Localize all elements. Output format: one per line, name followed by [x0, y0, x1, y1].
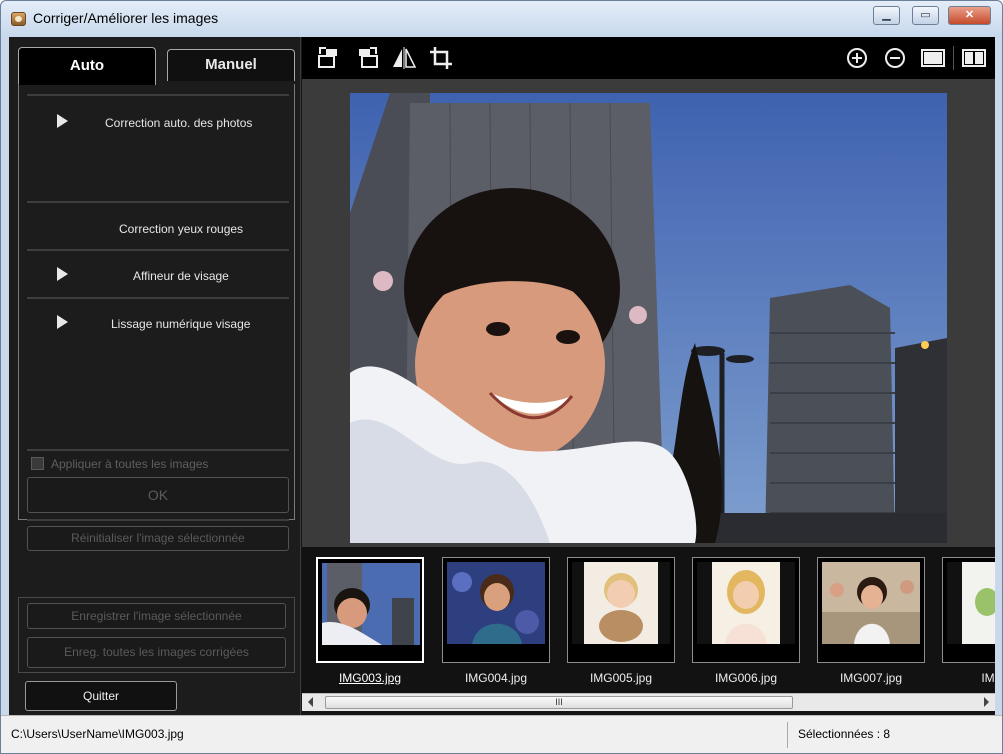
preview-area — [302, 79, 995, 547]
thumbnail-label: IMG006.jpg — [686, 671, 806, 685]
correction-auto-item[interactable]: Correction auto. des photos — [19, 98, 294, 140]
thumbnail-label: IMG0 — [936, 671, 995, 685]
maximize-button[interactable]: ▭ — [912, 6, 939, 25]
rotate-right-icon[interactable] — [354, 45, 380, 71]
app-icon — [11, 12, 26, 26]
scroll-left-icon[interactable] — [308, 697, 313, 707]
thumbnail-label: IMG004.jpg — [436, 671, 556, 685]
auto-panel: Correction auto. des photos Correction y… — [18, 84, 295, 520]
fullscreen-icon[interactable] — [920, 45, 946, 71]
toolbar — [302, 37, 995, 79]
divider — [27, 201, 289, 203]
status-bar: C:\Users\UserName\IMG003.jpg Sélectionné… — [1, 715, 1002, 753]
client-area: Auto Manuel Correction auto. des photos … — [9, 37, 995, 715]
title-bar[interactable]: Corriger/Améliorer les images ▁ ▭ ✕ — [1, 1, 1002, 37]
preview-photo[interactable] — [350, 93, 947, 543]
zoom-out-icon[interactable] — [882, 45, 908, 71]
save-all-button[interactable]: Enreg. toutes les images corrigées — [27, 637, 286, 668]
minimize-button[interactable]: ▁ — [873, 6, 900, 25]
rotate-left-icon[interactable] — [316, 45, 342, 71]
compare-view-icon[interactable] — [961, 45, 987, 71]
thumbnail[interactable] — [692, 557, 800, 663]
tab-auto[interactable]: Auto — [18, 47, 156, 85]
scroll-right-icon[interactable] — [984, 697, 989, 707]
scroll-thumb[interactable]: III — [325, 696, 793, 709]
toolbar-separator — [953, 46, 954, 70]
quit-button[interactable]: Quitter — [25, 681, 177, 711]
window-title: Corriger/Améliorer les images — [33, 10, 218, 26]
close-button[interactable]: ✕ — [948, 6, 991, 25]
thumbnail-image — [447, 562, 545, 644]
thumbnail[interactable] — [817, 557, 925, 663]
status-divider — [787, 722, 788, 748]
thumbnail[interactable] — [442, 557, 550, 663]
status-path: C:\Users\UserName\IMG003.jpg — [11, 727, 184, 741]
zoom-in-icon[interactable] — [844, 45, 870, 71]
app-window: Corriger/Améliorer les images ▁ ▭ ✕ Auto… — [0, 0, 1003, 754]
face-sharpener-item[interactable]: Affineur de visage — [19, 251, 294, 293]
thumbnail-strip: IMG003.jpg IMG004.jpg IMG005.jpg IMG006.… — [302, 547, 995, 693]
reset-selected-button[interactable]: Réinitialiser l'image sélectionnée — [27, 526, 289, 551]
thumbnail-label: IMG007.jpg — [811, 671, 931, 685]
apply-all-label: Appliquer à toutes les images — [51, 457, 208, 471]
horizontal-scrollbar[interactable]: III — [302, 693, 995, 711]
thumbnail[interactable] — [567, 557, 675, 663]
save-selected-button[interactable]: Enregistrer l'image sélectionnée — [27, 603, 286, 629]
red-eye-item[interactable]: Correction yeux rouges — [19, 204, 294, 246]
thumbnail-image — [572, 562, 670, 644]
save-group: Enregistrer l'image sélectionnée Enreg. … — [18, 597, 295, 673]
apply-all-checkbox[interactable] — [31, 457, 44, 470]
expand-arrow-icon — [57, 114, 68, 128]
thumbnail[interactable] — [942, 557, 995, 663]
divider — [27, 94, 289, 96]
flip-horizontal-icon[interactable] — [391, 45, 417, 71]
thumbnail-label: IMG005.jpg — [561, 671, 681, 685]
thumbnail-image — [697, 562, 795, 644]
thumbnail-image — [822, 562, 920, 644]
divider — [27, 449, 289, 451]
item-label: Affineur de visage — [133, 269, 229, 283]
expand-arrow-icon — [57, 315, 68, 329]
face-smoothing-item[interactable]: Lissage numérique visage — [19, 299, 294, 341]
expand-arrow-icon — [57, 267, 68, 281]
item-label: Correction auto. des photos — [105, 116, 252, 130]
selected-count: Sélectionnées : 8 — [798, 727, 890, 741]
crop-icon[interactable] — [428, 45, 454, 71]
thumbnail-image — [947, 562, 995, 644]
thumbnail[interactable] — [316, 557, 424, 663]
item-label: Lissage numérique visage — [111, 317, 250, 331]
thumbnail-image — [322, 563, 420, 645]
ok-button[interactable]: OK — [27, 477, 289, 513]
tab-manuel[interactable]: Manuel — [167, 49, 295, 81]
item-label: Correction yeux rouges — [119, 222, 243, 236]
divider — [27, 519, 289, 521]
thumbnail-label: IMG003.jpg — [310, 671, 430, 685]
left-panel: Auto Manuel Correction auto. des photos … — [9, 37, 301, 715]
